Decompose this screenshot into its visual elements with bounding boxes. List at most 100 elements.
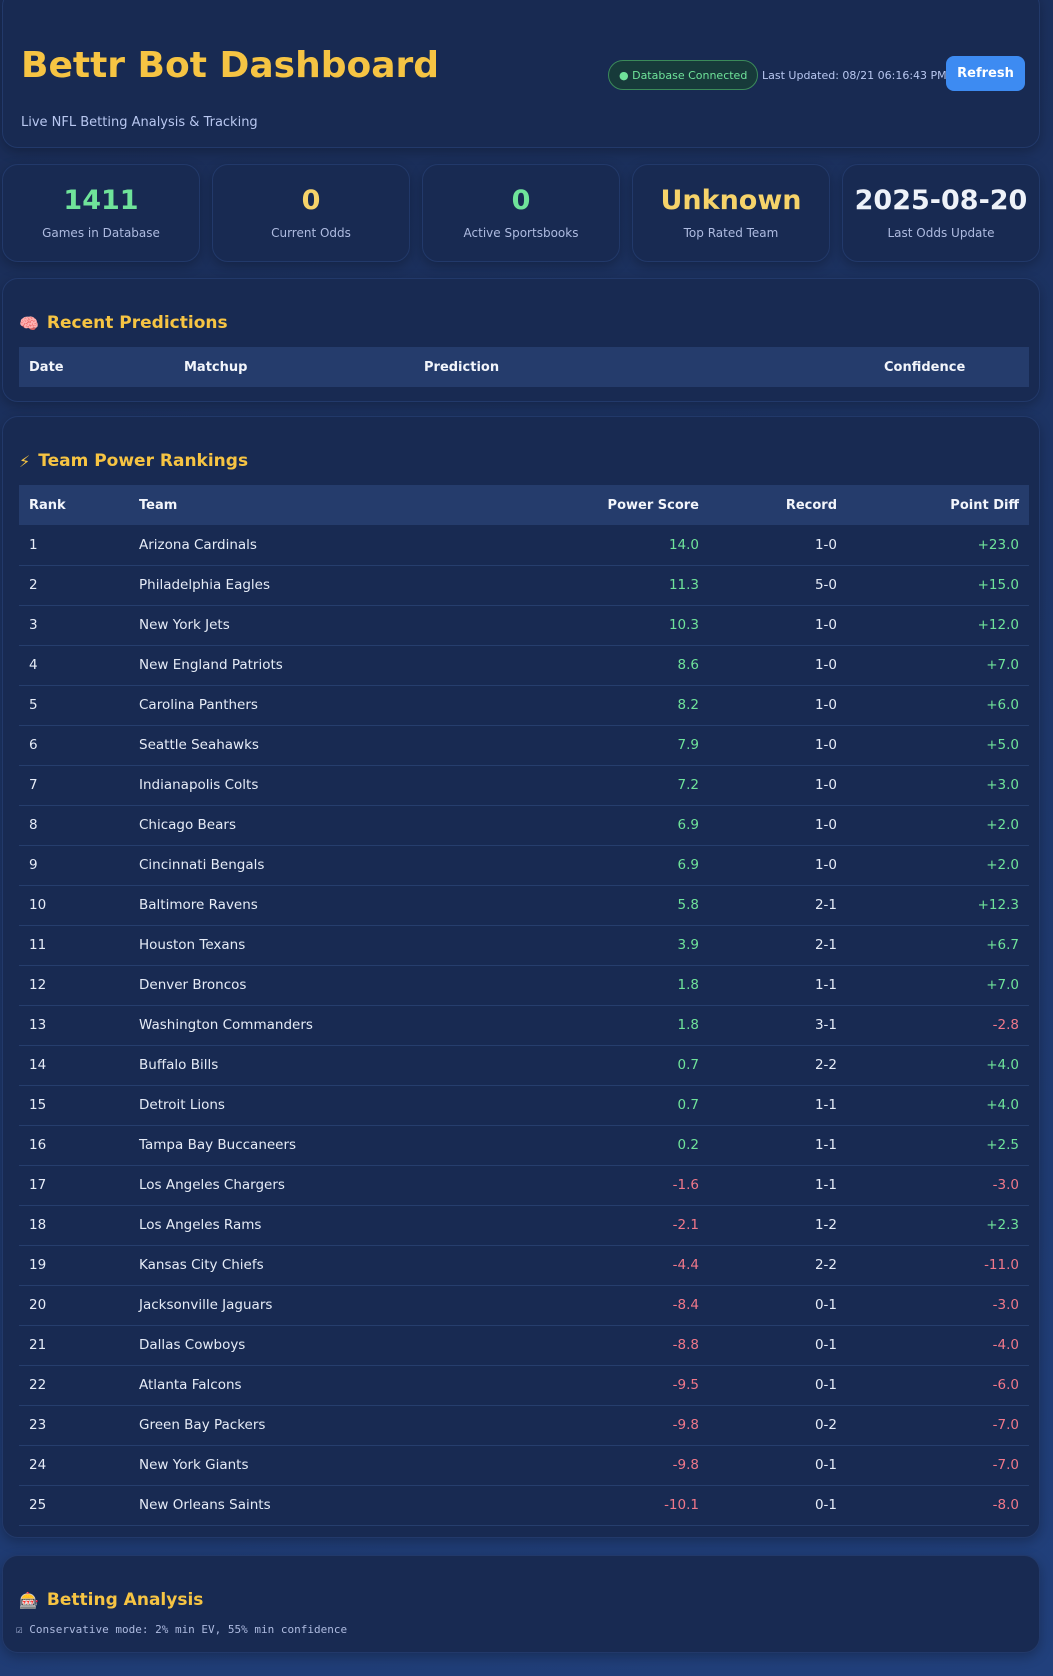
point-diff-cell: +2.5: [847, 1125, 1029, 1166]
point-diff-cell: -7.0: [847, 1445, 1029, 1486]
predictions-panel: 🧠 Recent Predictions Date Matchup Predic…: [2, 278, 1040, 402]
record-cell: 1-0: [709, 645, 847, 686]
rank-cell: 4: [19, 645, 129, 686]
table-row[interactable]: 3 New York Jets 10.3 1-0 +12.0: [19, 605, 1029, 646]
table-row[interactable]: 10 Baltimore Ravens 5.8 2-1 +12.3: [19, 885, 1029, 926]
team-cell: Dallas Cowboys: [129, 1325, 489, 1366]
stat-label: Active Sportsbooks: [463, 226, 579, 240]
rank-cell: 8: [19, 805, 129, 846]
table-row[interactable]: 11 Houston Texans 3.9 2-1 +6.7: [19, 925, 1029, 966]
column-header-team[interactable]: Team: [129, 485, 489, 525]
power-score-cell: 6.9: [489, 845, 709, 886]
point-diff-cell: +3.0: [847, 765, 1029, 806]
rank-cell: 5: [19, 685, 129, 726]
table-row[interactable]: 4 New England Patriots 8.6 1-0 +7.0: [19, 645, 1029, 686]
table-row[interactable]: 7 Indianapolis Colts 7.2 1-0 +3.0: [19, 765, 1029, 806]
table-row[interactable]: 18 Los Angeles Rams -2.1 1-2 +2.3: [19, 1205, 1029, 1246]
power-score-cell: -9.8: [489, 1405, 709, 1446]
point-diff-cell: +6.7: [847, 925, 1029, 966]
point-diff-cell: +4.0: [847, 1085, 1029, 1126]
table-row[interactable]: 19 Kansas City Chiefs -4.4 2-2 -11.0: [19, 1245, 1029, 1286]
table-row[interactable]: 20 Jacksonville Jaguars -8.4 0-1 -3.0: [19, 1285, 1029, 1326]
table-header-row: Date Matchup Prediction Confidence: [19, 347, 1029, 387]
record-cell: 0-1: [709, 1285, 847, 1326]
table-row[interactable]: 15 Detroit Lions 0.7 1-1 +4.0: [19, 1085, 1029, 1126]
table-row[interactable]: 6 Seattle Seahawks 7.9 1-0 +5.0: [19, 725, 1029, 766]
column-header-prediction[interactable]: Prediction: [414, 347, 874, 387]
point-diff-cell: +7.0: [847, 965, 1029, 1006]
stat-card-odds: 0 Current Odds: [212, 164, 410, 262]
column-header-date[interactable]: Date: [19, 347, 174, 387]
stat-label: Current Odds: [271, 226, 351, 240]
power-score-cell: 10.3: [489, 605, 709, 646]
power-score-cell: 8.2: [489, 685, 709, 726]
column-header-point-diff[interactable]: Point Diff: [847, 485, 1029, 525]
column-header-record[interactable]: Record: [709, 485, 847, 525]
point-diff-cell: -3.0: [847, 1165, 1029, 1206]
table-row[interactable]: 23 Green Bay Packers -9.8 0-2 -7.0: [19, 1405, 1029, 1446]
table-row[interactable]: 14 Buffalo Bills 0.7 2-2 +4.0: [19, 1045, 1029, 1086]
record-cell: 2-2: [709, 1245, 847, 1286]
rank-cell: 12: [19, 965, 129, 1006]
table-row[interactable]: 9 Cincinnati Bengals 6.9 1-0 +2.0: [19, 845, 1029, 886]
stat-label: Last Odds Update: [887, 226, 995, 240]
power-score-cell: 0.2: [489, 1125, 709, 1166]
team-cell: Los Angeles Rams: [129, 1205, 489, 1246]
analysis-note: ☑ Conservative mode: 2% min EV, 55% min …: [16, 1623, 348, 1636]
analysis-heading: 🎰 Betting Analysis: [19, 1590, 203, 1610]
power-score-cell: 6.9: [489, 805, 709, 846]
table-row[interactable]: 25 New Orleans Saints -10.1 0-1 -8.0: [19, 1485, 1029, 1526]
table-row[interactable]: 24 New York Giants -9.8 0-1 -7.0: [19, 1445, 1029, 1486]
point-diff-cell: -2.8: [847, 1005, 1029, 1046]
point-diff-cell: +6.0: [847, 685, 1029, 726]
stat-value: 0: [301, 185, 321, 216]
table-row[interactable]: 1 Arizona Cardinals 14.0 1-0 +23.0: [19, 525, 1029, 566]
point-diff-cell: +4.0: [847, 1045, 1029, 1086]
power-score-cell: -2.1: [489, 1205, 709, 1246]
record-cell: 1-0: [709, 805, 847, 846]
table-row[interactable]: 12 Denver Broncos 1.8 1-1 +7.0: [19, 965, 1029, 1006]
rank-cell: 9: [19, 845, 129, 886]
power-score-cell: 7.2: [489, 765, 709, 806]
table-row[interactable]: 22 Atlanta Falcons -9.5 0-1 -6.0: [19, 1365, 1029, 1406]
point-diff-cell: +12.0: [847, 605, 1029, 646]
rankings-panel: ⚡ Team Power Rankings Rank Team Power Sc…: [2, 416, 1040, 1538]
table-row[interactable]: 21 Dallas Cowboys -8.8 0-1 -4.0: [19, 1325, 1029, 1366]
column-header-confidence[interactable]: Confidence: [874, 347, 1029, 387]
rank-cell: 11: [19, 925, 129, 966]
table-row[interactable]: 17 Los Angeles Chargers -1.6 1-1 -3.0: [19, 1165, 1029, 1206]
table-row[interactable]: 13 Washington Commanders 1.8 3-1 -2.8: [19, 1005, 1029, 1046]
power-score-cell: 0.7: [489, 1085, 709, 1126]
record-cell: 2-1: [709, 925, 847, 966]
power-score-cell: 5.8: [489, 885, 709, 926]
record-cell: 5-0: [709, 565, 847, 606]
team-cell: Atlanta Falcons: [129, 1365, 489, 1406]
analysis-panel: 🎰 Betting Analysis: [2, 1555, 1040, 1653]
refresh-button[interactable]: Refresh: [946, 56, 1025, 91]
team-cell: New York Jets: [129, 605, 489, 646]
rank-cell: 16: [19, 1125, 129, 1166]
table-row[interactable]: 16 Tampa Bay Buccaneers 0.2 1-1 +2.5: [19, 1125, 1029, 1166]
point-diff-cell: -6.0: [847, 1365, 1029, 1406]
stat-card-sportsbooks: 0 Active Sportsbooks: [422, 164, 620, 262]
team-cell: Chicago Bears: [129, 805, 489, 846]
point-diff-cell: +2.0: [847, 805, 1029, 846]
record-cell: 0-1: [709, 1485, 847, 1526]
column-header-matchup[interactable]: Matchup: [174, 347, 414, 387]
stat-value: 1411: [63, 185, 139, 216]
table-row[interactable]: 2 Philadelphia Eagles 11.3 5-0 +15.0: [19, 565, 1029, 606]
point-diff-cell: +12.3: [847, 885, 1029, 926]
team-cell: Washington Commanders: [129, 1005, 489, 1046]
rank-cell: 3: [19, 605, 129, 646]
table-row[interactable]: 8 Chicago Bears 6.9 1-0 +2.0: [19, 805, 1029, 846]
power-score-cell: 8.6: [489, 645, 709, 686]
table-row[interactable]: 5 Carolina Panthers 8.2 1-0 +6.0: [19, 685, 1029, 726]
column-header-power-score[interactable]: Power Score: [489, 485, 709, 525]
record-cell: 0-1: [709, 1325, 847, 1366]
page-title: Bettr Bot Dashboard: [21, 45, 440, 86]
record-cell: 1-1: [709, 1085, 847, 1126]
record-cell: 1-0: [709, 845, 847, 886]
point-diff-cell: +23.0: [847, 525, 1029, 566]
table-header-row: Rank Team Power Score Record Point Diff: [19, 485, 1029, 525]
column-header-rank[interactable]: Rank: [19, 485, 129, 525]
